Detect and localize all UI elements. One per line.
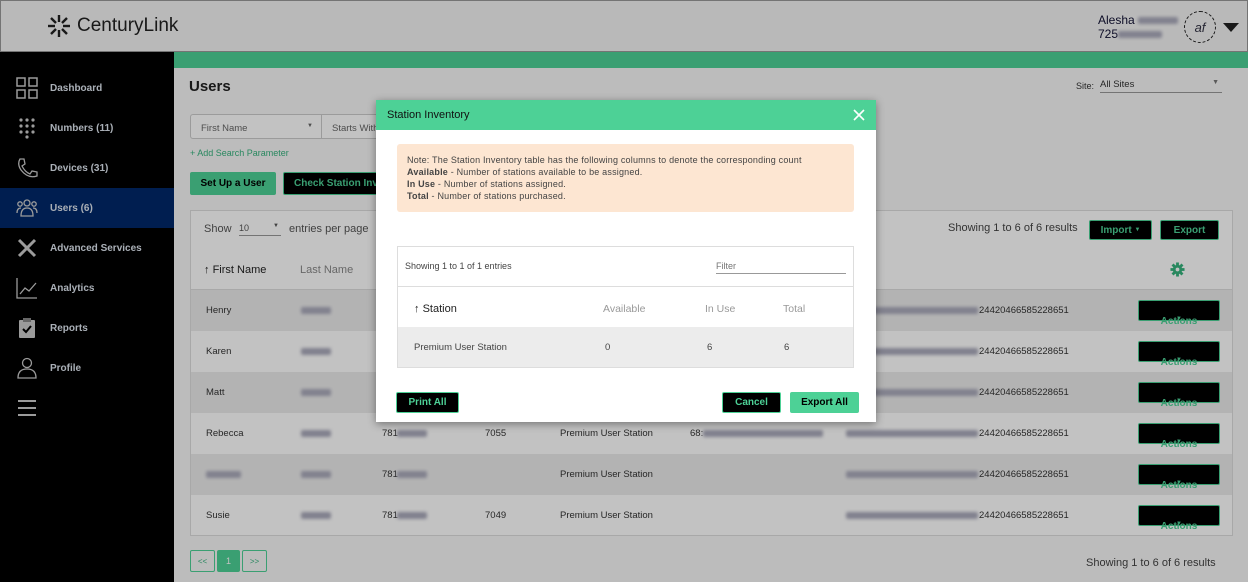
note-term: Total [407,191,429,201]
modal-title: Station Inventory [387,109,470,121]
inventory-note: Note: The Station Inventory table has th… [397,144,854,212]
total-count: 6 [784,342,790,353]
note-intro: Note: The Station Inventory table has th… [407,155,802,165]
available-count: 0 [605,342,611,353]
note-desc: - Number of stations purchased. [428,191,566,201]
note-desc: - Number of stations available to be ass… [448,167,643,177]
in-use-count: 6 [707,342,713,353]
note-term: Available [407,167,448,177]
export-all-button[interactable]: Export All [790,392,859,413]
inventory-table: Showing 1 to 1 of 1 entries ↑ Station Av… [397,246,854,368]
divider [398,286,853,287]
column-header-total[interactable]: Total [783,303,805,315]
note-desc: - Number of stations assigned. [435,179,566,189]
cancel-button[interactable]: Cancel [722,392,781,413]
column-label: Station [422,303,457,315]
print-all-button[interactable]: Print All [396,392,459,413]
station-name: Premium User Station [414,342,507,353]
modal-header: Station Inventory [376,100,876,130]
inventory-entries-count: Showing 1 to 1 of 1 entries [405,261,512,271]
note-term: In Use [407,179,436,189]
note-line: In Use - Number of stations assigned. [407,178,844,190]
station-inventory-modal: Station Inventory Note: The Station Inve… [376,100,876,422]
inventory-row: Premium User Station 0 6 6 [398,327,853,367]
note-line: Available - Number of stations available… [407,166,844,178]
note-line: Total - Number of stations purchased. [407,190,844,202]
close-icon[interactable] [853,109,865,121]
filter-input[interactable] [716,259,846,274]
column-header-station[interactable]: ↑ Station [414,303,457,315]
column-header-available[interactable]: Available [603,303,645,315]
column-header-in-use[interactable]: In Use [705,303,735,315]
